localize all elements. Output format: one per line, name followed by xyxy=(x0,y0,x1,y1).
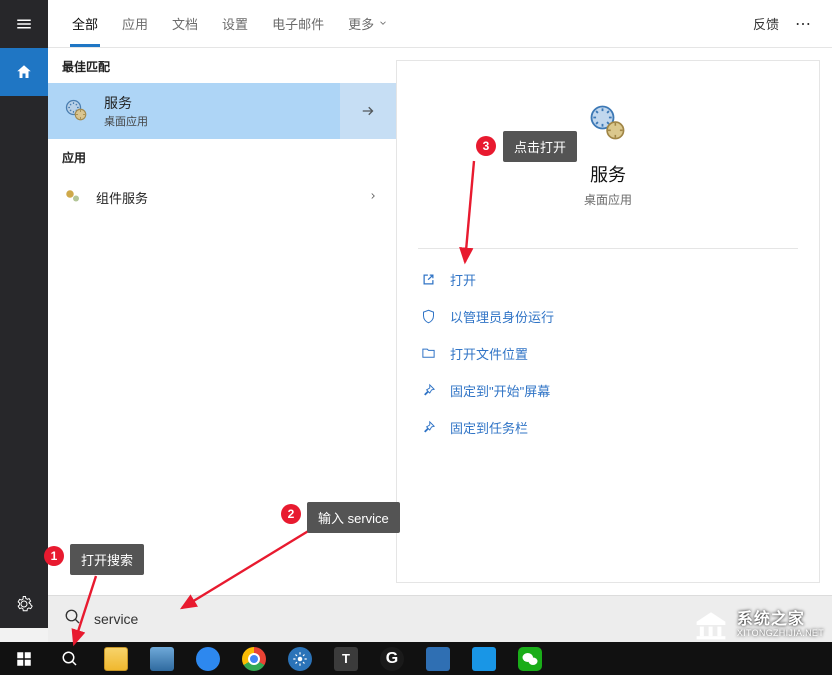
annotation-badge-3: 3 xyxy=(476,136,496,156)
wechat-taskbar-icon[interactable] xyxy=(510,644,550,674)
best-match-header: 最佳匹配 xyxy=(48,48,396,83)
tab-email[interactable]: 电子邮件 xyxy=(260,0,336,47)
action-open-location[interactable]: 打开文件位置 xyxy=(415,335,801,372)
app-taskbar-icon[interactable]: G xyxy=(372,644,412,674)
feedback-label: 反馈 xyxy=(753,17,779,32)
action-run-as-admin[interactable]: 以管理员身份运行 xyxy=(415,298,801,335)
tab-apps[interactable]: 应用 xyxy=(110,0,160,47)
watermark-url: XITONGZHIJIA.NET xyxy=(737,629,824,638)
action-label: 打开 xyxy=(450,270,476,289)
app-taskbar-icon[interactable] xyxy=(464,644,504,674)
feedback-link[interactable]: 反馈 xyxy=(753,14,779,33)
watermark-logo-icon xyxy=(691,609,731,641)
annotation-label-2: 输入 service xyxy=(307,502,400,533)
search-icon xyxy=(64,608,82,631)
action-label: 固定到任务栏 xyxy=(450,418,528,437)
annotation-label-1: 打开搜索 xyxy=(70,544,144,575)
annotation-badge-2: 2 xyxy=(281,504,301,524)
tab-all[interactable]: 全部 xyxy=(60,0,110,47)
chevron-right-icon xyxy=(368,190,378,204)
preview-services-icon xyxy=(586,101,630,145)
watermark: 系统之家 XITONGZHIJIA.NET xyxy=(691,609,824,641)
chevron-down-icon xyxy=(378,16,388,31)
app-taskbar-icon[interactable] xyxy=(142,644,182,674)
tab-more[interactable]: 更多 xyxy=(336,0,400,47)
divider xyxy=(418,248,798,249)
best-match-item[interactable]: 服务 桌面应用 xyxy=(48,83,396,139)
tab-label: 设置 xyxy=(222,14,248,33)
watermark-title: 系统之家 xyxy=(737,612,824,629)
pin-icon xyxy=(421,420,436,435)
action-open[interactable]: 打开 xyxy=(415,261,801,298)
tab-label: 更多 xyxy=(348,14,374,33)
app-taskbar-icon[interactable] xyxy=(418,644,458,674)
app-result-label: 组件服务 xyxy=(96,188,148,207)
tab-label: 应用 xyxy=(122,14,148,33)
tab-label: 电子邮件 xyxy=(272,14,324,33)
app-result-item[interactable]: 组件服务 xyxy=(48,174,396,220)
explorer-taskbar-icon[interactable] xyxy=(96,644,136,674)
settings-button[interactable] xyxy=(0,580,48,628)
best-match-title: 服务 xyxy=(104,93,148,113)
services-icon xyxy=(62,96,92,126)
settings-taskbar-icon[interactable] xyxy=(280,644,320,674)
folder-icon xyxy=(421,346,436,361)
start-sidebar xyxy=(0,0,48,628)
shield-icon xyxy=(421,309,436,324)
action-pin-taskbar[interactable]: 固定到任务栏 xyxy=(415,409,801,446)
annotation-label-3: 点击打开 xyxy=(503,131,577,162)
windows-taskbar: T G xyxy=(0,642,832,675)
preview-actions: 打开 以管理员身份运行 打开文件位置 固定到"开始"屏幕 固定到任务栏 xyxy=(397,261,819,446)
ellipsis-menu[interactable]: ⋯ xyxy=(795,14,812,34)
component-services-icon xyxy=(62,186,84,208)
expand-arrow[interactable] xyxy=(340,83,396,139)
tab-docs[interactable]: 文档 xyxy=(160,0,210,47)
preview-title: 服务 xyxy=(590,161,626,187)
tab-label: 全部 xyxy=(72,14,98,33)
open-icon xyxy=(421,272,436,287)
action-label: 以管理员身份运行 xyxy=(450,307,554,326)
best-match-subtitle: 桌面应用 xyxy=(104,113,148,129)
home-button[interactable] xyxy=(0,48,48,96)
action-label: 固定到"开始"屏幕 xyxy=(450,381,550,400)
action-pin-start[interactable]: 固定到"开始"屏幕 xyxy=(415,372,801,409)
start-button[interactable] xyxy=(4,644,44,674)
pin-icon xyxy=(421,383,436,398)
search-category-tabs: 全部 应用 文档 设置 电子邮件 更多 反馈 ⋯ xyxy=(48,0,832,48)
search-results-panel: 最佳匹配 服务 桌面应用 应用 xyxy=(48,48,832,595)
annotation-badge-1: 1 xyxy=(44,546,64,566)
action-label: 打开文件位置 xyxy=(450,344,528,363)
tab-label: 文档 xyxy=(172,14,198,33)
result-preview-panel: 服务 桌面应用 打开 以管理员身份运行 打开文件位置 固定到"开始"屏幕 固 xyxy=(396,60,820,583)
app-taskbar-icon[interactable]: T xyxy=(326,644,366,674)
tab-settings[interactable]: 设置 xyxy=(210,0,260,47)
search-taskbar-button[interactable] xyxy=(50,644,90,674)
apps-header: 应用 xyxy=(48,139,396,174)
app-taskbar-icon[interactable] xyxy=(188,644,228,674)
preview-subtitle: 桌面应用 xyxy=(584,191,632,208)
hamburger-menu[interactable] xyxy=(0,0,48,48)
chrome-taskbar-icon[interactable] xyxy=(234,644,274,674)
